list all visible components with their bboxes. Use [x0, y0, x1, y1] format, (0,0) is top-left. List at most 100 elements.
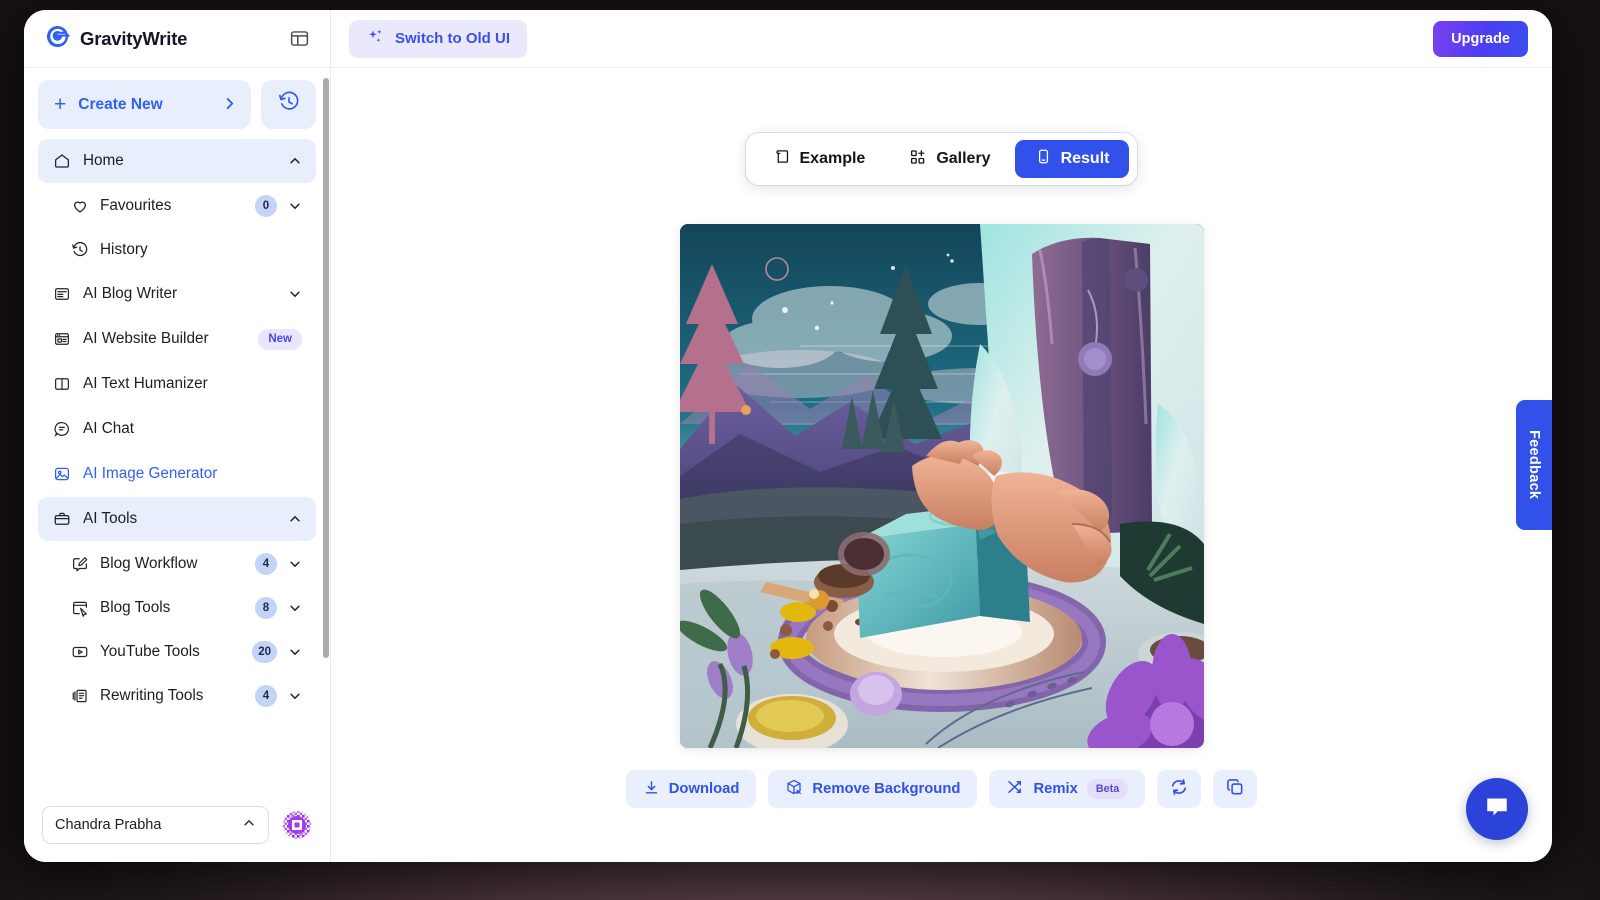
image-icon	[52, 465, 71, 484]
tab-label: Result	[1060, 150, 1110, 167]
blog-tools-count-badge: 8	[255, 597, 277, 619]
user-name: Chandra Prabha	[55, 817, 162, 833]
heart-icon	[70, 197, 89, 216]
sidebar-item-home[interactable]: Home	[38, 139, 316, 183]
user-account-select[interactable]: Chandra Prabha	[42, 806, 269, 844]
brand-name: GravityWrite	[80, 27, 188, 49]
book-icon	[774, 148, 791, 170]
sidebar-item-history[interactable]: History	[38, 228, 316, 272]
sidebar-item-ai-website-builder[interactable]: AI Website Builder New	[38, 317, 316, 361]
chevron-down-icon[interactable]	[288, 199, 302, 213]
chevron-up-icon[interactable]	[288, 154, 302, 168]
sidebar-item-label: Rewriting Tools	[100, 687, 204, 704]
sidebar-item-ai-blog-writer[interactable]: AI Blog Writer	[38, 272, 316, 316]
history-clock-icon	[70, 241, 89, 260]
beta-badge: Beta	[1086, 779, 1129, 799]
sidebar-item-ai-chat[interactable]: AI Chat	[38, 407, 316, 451]
chevron-down-icon[interactable]	[288, 601, 302, 615]
feedback-label: Feedback	[1526, 430, 1542, 500]
chevron-up-icon[interactable]	[288, 512, 302, 526]
play-rect-icon	[70, 643, 89, 662]
tab-label: Gallery	[936, 150, 991, 167]
blog-workflow-count-badge: 4	[255, 553, 277, 575]
remove-background-button[interactable]: Remove Background	[768, 770, 978, 808]
chat-circle-icon	[52, 420, 71, 439]
remix-label: Remix	[1033, 781, 1078, 797]
browser-icon	[52, 330, 71, 349]
rewriting-tools-count-badge: 4	[255, 685, 277, 707]
view-tabs: Example Gallery Result	[745, 133, 1138, 185]
device-icon	[1035, 148, 1052, 170]
sidebar-item-label: AI Image Generator	[83, 465, 218, 482]
tab-gallery[interactable]: Gallery	[889, 140, 1010, 178]
download-icon	[643, 779, 660, 800]
sidebar-item-blog-tools[interactable]: Blog Tools 8	[38, 586, 316, 630]
download-button[interactable]: Download	[625, 770, 757, 808]
sidebar-item-ai-tools[interactable]: AI Tools	[38, 497, 316, 541]
switch-to-old-ui-button[interactable]: Switch to Old UI	[349, 19, 527, 58]
copy-button[interactable]	[1213, 770, 1258, 808]
sidebar-item-label: AI Text Humanizer	[83, 375, 208, 392]
history-clock-icon	[278, 91, 300, 118]
brand: GravityWrite	[44, 23, 187, 55]
feedback-tab[interactable]: Feedback	[1516, 400, 1552, 530]
tab-result[interactable]: Result	[1014, 140, 1130, 178]
switch-to-old-ui-label: Switch to Old UI	[395, 30, 510, 47]
upgrade-button[interactable]: Upgrade	[1433, 20, 1528, 57]
refresh-icon	[1169, 777, 1189, 802]
grid-plus-icon	[909, 148, 927, 171]
sidebar-item-youtube-tools[interactable]: YouTube Tools 20	[38, 630, 316, 674]
article-icon	[52, 285, 71, 304]
book-open-icon	[52, 375, 71, 394]
sidebar-item-label: Favourites	[100, 197, 172, 214]
sidebar-item-rewriting-tools[interactable]: Rewriting Tools 4	[38, 674, 316, 718]
regenerate-button[interactable]	[1157, 770, 1202, 808]
copy-icon	[1225, 777, 1245, 802]
sidebar-item-ai-text-humanizer[interactable]: AI Text Humanizer	[38, 362, 316, 406]
identicon-avatar[interactable]	[282, 810, 312, 840]
sidebar: GravityWrite + Create New Home Favourite…	[24, 10, 331, 862]
panel-layout-icon[interactable]	[286, 26, 312, 52]
sidebar-footer: Chandra Prabha	[24, 788, 330, 862]
sidebar-item-label: History	[100, 241, 148, 258]
result-actions: Download Remove Background Remix Beta	[625, 770, 1258, 808]
chevron-down-icon[interactable]	[288, 645, 302, 659]
sidebar-item-blog-workflow[interactable]: Blog Workflow 4	[38, 542, 316, 586]
sidebar-scrollbar[interactable]	[323, 78, 329, 658]
chevron-up-icon	[242, 816, 256, 835]
favourites-count-badge: 0	[255, 195, 277, 217]
chevron-down-icon[interactable]	[288, 287, 302, 301]
sidebar-scroll-area: + Create New Home Favourites 0 History A…	[24, 68, 330, 788]
history-button[interactable]	[261, 80, 316, 129]
pages-icon	[70, 687, 89, 706]
chat-bubble-icon	[1482, 792, 1512, 827]
chat-support-button[interactable]	[1466, 778, 1528, 840]
sparkles-icon	[366, 27, 385, 51]
download-label: Download	[668, 781, 740, 797]
chevron-right-icon	[224, 97, 235, 113]
app-window: GravityWrite + Create New Home Favourite…	[24, 10, 1552, 862]
chevron-down-icon[interactable]	[288, 689, 302, 703]
remix-button[interactable]: Remix Beta	[989, 770, 1146, 808]
topbar: Switch to Old UI Upgrade	[331, 10, 1552, 68]
sidebar-item-favourites[interactable]: Favourites 0	[38, 184, 316, 228]
chevron-down-icon[interactable]	[288, 557, 302, 571]
sidebar-item-ai-image-generator[interactable]: AI Image Generator	[38, 452, 316, 496]
shuffle-icon	[1006, 778, 1024, 800]
create-new-label: Create New	[78, 95, 163, 113]
sidebar-item-label: YouTube Tools	[100, 643, 200, 660]
sidebar-item-label: AI Website Builder	[83, 330, 209, 347]
tab-example[interactable]: Example	[754, 140, 886, 178]
main-panel: Switch to Old UI Upgrade Example Gallery	[331, 10, 1552, 862]
plus-icon: +	[54, 93, 67, 116]
remove-background-label: Remove Background	[812, 781, 961, 797]
briefcase-icon	[52, 510, 71, 529]
sidebar-item-label: AI Tools	[83, 510, 138, 527]
new-tag-badge: New	[258, 328, 302, 350]
create-new-button[interactable]: + Create New	[38, 80, 251, 129]
generated-image[interactable]	[679, 224, 1204, 748]
pencil-square-icon	[70, 555, 89, 574]
home-icon	[52, 152, 71, 171]
youtube-tools-count-badge: 20	[252, 641, 277, 663]
remove-bg-icon	[785, 778, 803, 800]
